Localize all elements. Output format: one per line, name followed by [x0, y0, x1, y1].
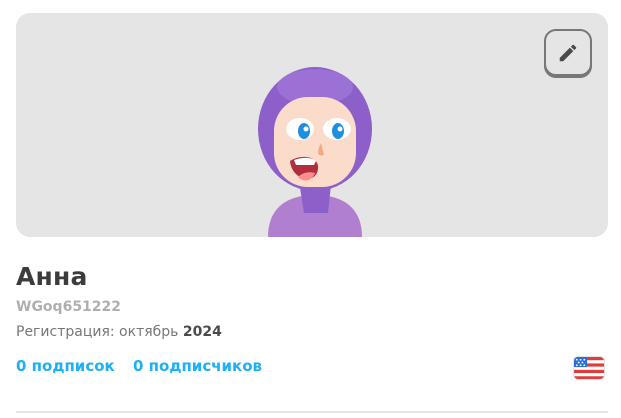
join-date: Регистрация: октябрь 2024: [16, 324, 222, 340]
avatar: [258, 67, 372, 237]
following-link[interactable]: 0 подписок: [16, 357, 115, 375]
profile-username: WGoq651222: [16, 299, 122, 315]
edit-profile-button[interactable]: [544, 29, 592, 76]
join-date-year: 2024: [182, 324, 222, 340]
section-divider: [16, 411, 608, 413]
join-date-label: Регистрация: октябрь: [16, 324, 183, 340]
profile-banner: [16, 13, 608, 237]
followers-link[interactable]: 0 подписчиков: [133, 357, 262, 375]
pencil-icon: [559, 44, 577, 61]
us-flag-icon: [573, 356, 605, 380]
profile-name: Анна: [16, 262, 88, 291]
